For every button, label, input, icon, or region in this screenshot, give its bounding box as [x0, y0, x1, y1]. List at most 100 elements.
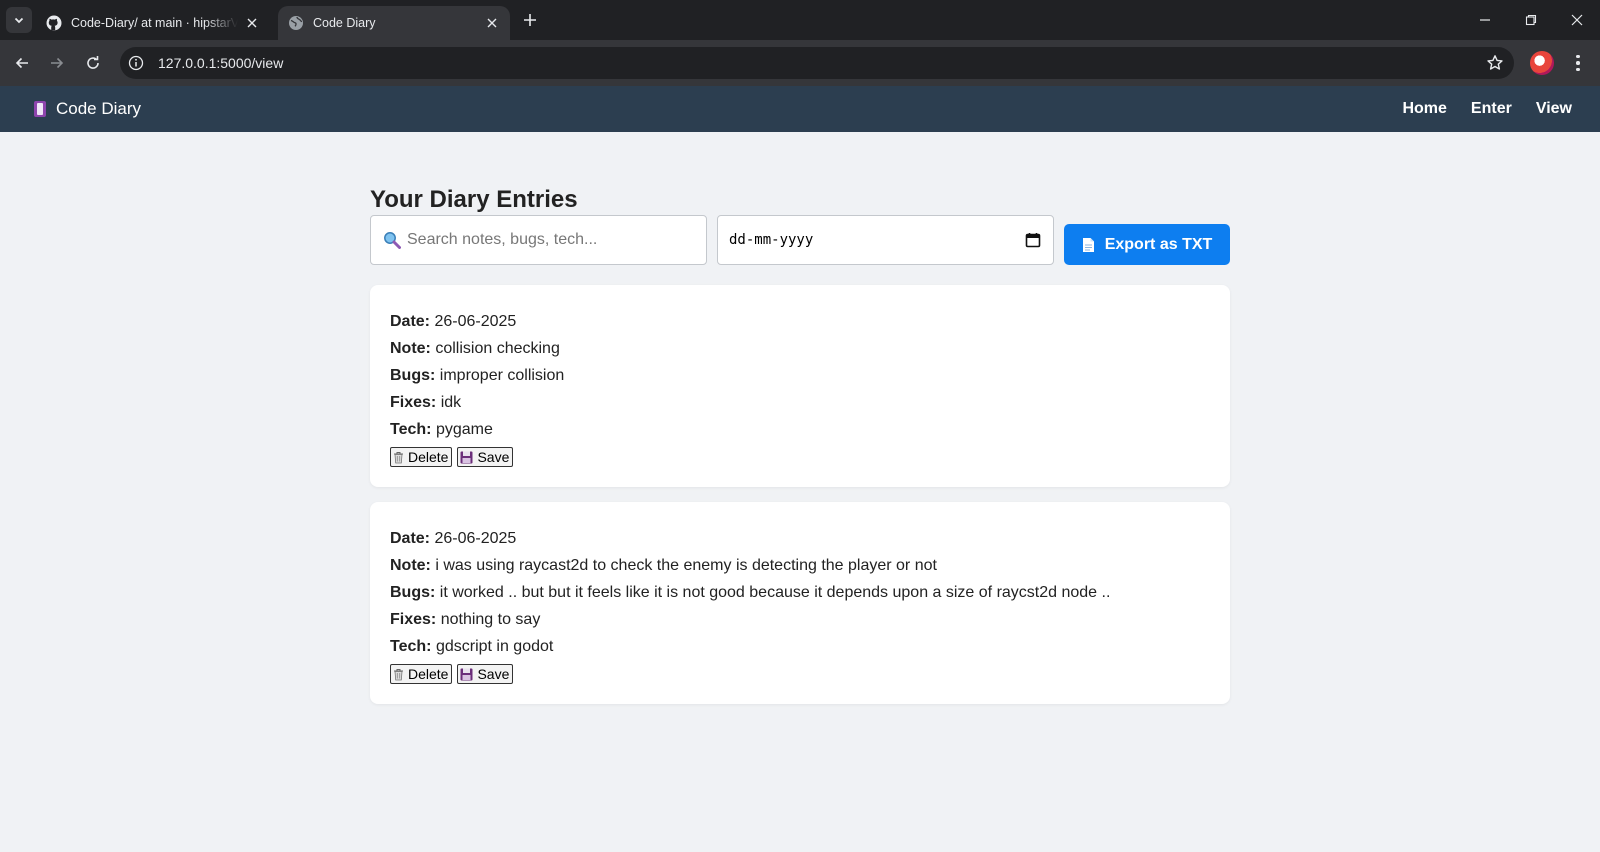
- tab-search-dropdown-button[interactable]: [6, 7, 32, 33]
- trash-icon: [394, 668, 403, 680]
- minimize-window-button[interactable]: [1462, 0, 1508, 40]
- main-content: Your Diary Entries dd-mm-yyyy Export as …: [370, 185, 1230, 719]
- search-field[interactable]: [370, 215, 707, 265]
- entry-bugs-row: Bugs: improper collision: [390, 366, 1210, 393]
- entry-tech-row: Tech: pygame: [390, 420, 1210, 447]
- site-info-button[interactable]: [126, 53, 146, 73]
- entry-fixes-row: Fixes: idk: [390, 393, 1210, 420]
- entry-note: i was using raycast2d to check the enemy…: [435, 557, 937, 574]
- back-button[interactable]: [10, 51, 34, 75]
- floppy-disk-icon: [460, 668, 473, 680]
- field-label: Date:: [390, 530, 431, 547]
- forward-button[interactable]: [45, 51, 69, 75]
- browser-toolbar: 127.0.0.1:5000/view: [0, 40, 1600, 86]
- reload-icon: [87, 56, 99, 69]
- brand[interactable]: Code Diary: [34, 99, 141, 119]
- close-icon: [487, 18, 497, 28]
- search-icon: [384, 232, 401, 249]
- field-label: Tech:: [390, 421, 432, 438]
- bookmark-star-icon[interactable]: [1486, 54, 1504, 72]
- entry-bugs-row: Bugs: it worked .. but but it feels like…: [390, 583, 1210, 610]
- brand-name: Code Diary: [56, 99, 142, 118]
- minimize-icon: [1480, 19, 1490, 21]
- notebook-icon: [34, 101, 46, 117]
- new-tab-button[interactable]: [520, 10, 540, 30]
- save-button[interactable]: Save: [457, 664, 514, 684]
- plus-icon: [524, 14, 536, 26]
- nav-link-enter[interactable]: Enter: [1471, 100, 1512, 118]
- entry-tech: pygame: [435, 421, 493, 438]
- filter-controls: dd-mm-yyyy Export as TXT: [370, 215, 1230, 285]
- save-button[interactable]: Save: [457, 447, 514, 467]
- close-window-button[interactable]: [1554, 0, 1600, 40]
- restore-window-button[interactable]: [1508, 0, 1554, 40]
- page-title: Your Diary Entries: [370, 186, 578, 213]
- app-navbar: Code Diary Home Enter View: [0, 86, 1600, 132]
- field-label: Fixes:: [390, 394, 437, 411]
- field-label: Note:: [390, 340, 431, 357]
- info-icon: [128, 55, 144, 71]
- document-icon: [1082, 237, 1094, 252]
- close-tab-button[interactable]: [244, 15, 260, 31]
- entry-fixes-row: Fixes: nothing to say: [390, 610, 1210, 637]
- delete-label: Delete: [408, 449, 449, 465]
- restore-icon: [1525, 14, 1537, 26]
- nav-link-home[interactable]: Home: [1402, 100, 1446, 118]
- tab-title: Code Diary: [313, 16, 376, 30]
- entry-actions: Delete Save: [390, 664, 1210, 684]
- entry-note: collision checking: [435, 340, 560, 357]
- entry-date: 26-06-2025: [434, 530, 517, 547]
- field-label: Bugs:: [390, 584, 436, 601]
- diary-entry-card: Date: 26-06-2025 Note: i was using rayca…: [370, 502, 1230, 704]
- chevron-down-icon: [14, 17, 24, 24]
- close-icon: [247, 18, 257, 28]
- calendar-icon[interactable]: [1025, 232, 1041, 248]
- globe-icon: [289, 16, 303, 30]
- entry-bugs: improper collision: [439, 367, 565, 384]
- nav-link-view[interactable]: View: [1536, 100, 1572, 118]
- entry-note-row: Note: i was using raycast2d to check the…: [390, 556, 1210, 583]
- date-filter-input[interactable]: dd-mm-yyyy: [717, 215, 1054, 265]
- export-label: Export as TXT: [1104, 235, 1213, 253]
- arrow-left-icon: [15, 57, 28, 69]
- address-bar[interactable]: 127.0.0.1:5000/view: [120, 47, 1514, 79]
- floppy-disk-icon: [460, 451, 473, 463]
- field-label: Bugs:: [390, 367, 436, 384]
- arrow-right-icon: [51, 57, 64, 69]
- delete-label: Delete: [408, 666, 449, 682]
- date-placeholder: dd-mm-yyyy: [729, 232, 814, 248]
- reload-button[interactable]: [81, 51, 105, 75]
- browser-menu-button[interactable]: [1568, 51, 1588, 75]
- url-text[interactable]: 127.0.0.1:5000/view: [158, 55, 283, 71]
- browser-tab-github[interactable]: Code-Diary/ at main · hipstarVe: [36, 6, 270, 40]
- entry-fixes: idk: [440, 394, 462, 411]
- search-input[interactable]: [407, 231, 687, 249]
- field-label: Fixes:: [390, 611, 437, 628]
- entry-fixes: nothing to say: [440, 611, 541, 628]
- entry-tech-row: Tech: gdscript in godot: [390, 637, 1210, 664]
- entry-date-row: Date: 26-06-2025: [390, 529, 1210, 556]
- github-icon: [46, 15, 62, 31]
- export-txt-button[interactable]: Export as TXT: [1064, 224, 1230, 265]
- entry-date-row: Date: 26-06-2025: [390, 312, 1210, 339]
- entry-bugs: it worked .. but but it feels like it is…: [439, 584, 1111, 601]
- entry-note-row: Note: collision checking: [390, 339, 1210, 366]
- diary-entry-card: Date: 26-06-2025 Note: collision checkin…: [370, 285, 1230, 487]
- nav-links: Home Enter View: [1402, 100, 1572, 118]
- entry-date: 26-06-2025: [434, 313, 517, 330]
- tab-title: Code-Diary/ at main · hipstarVe: [71, 16, 238, 30]
- save-label: Save: [477, 666, 510, 682]
- close-icon: [1571, 14, 1583, 26]
- field-label: Date:: [390, 313, 431, 330]
- field-label: Note:: [390, 557, 431, 574]
- trash-icon: [394, 451, 403, 463]
- entry-actions: Delete Save: [390, 447, 1210, 467]
- browser-tabstrip: Code-Diary/ at main · hipstarVe Code Dia…: [0, 0, 1600, 40]
- save-label: Save: [477, 449, 510, 465]
- delete-button[interactable]: Delete: [390, 447, 453, 467]
- close-tab-button[interactable]: [484, 15, 500, 31]
- delete-button[interactable]: Delete: [390, 664, 453, 684]
- field-label: Tech:: [390, 638, 432, 655]
- browser-tab-code-diary[interactable]: Code Diary: [278, 6, 510, 40]
- profile-avatar[interactable]: [1530, 51, 1554, 75]
